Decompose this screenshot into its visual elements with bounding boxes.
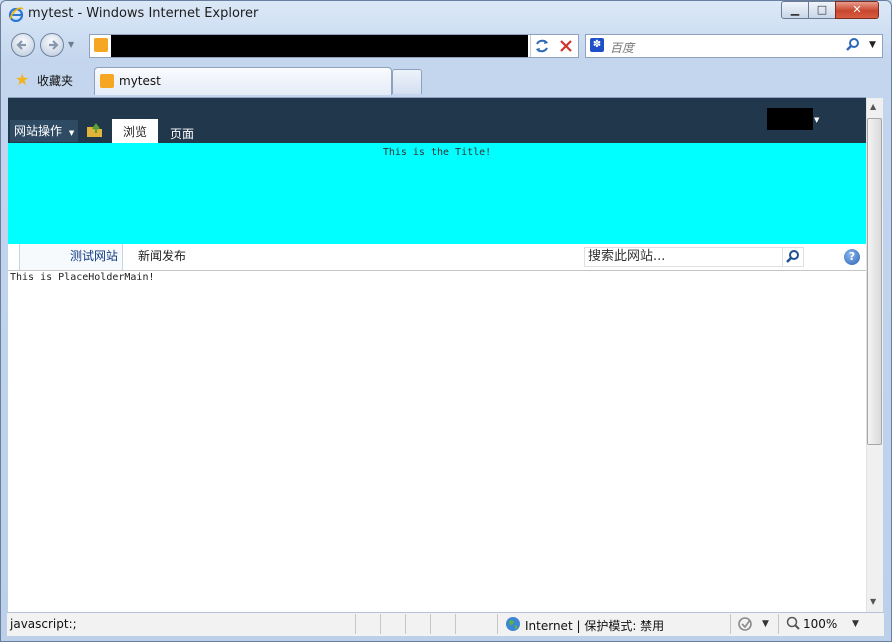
search-options-dropdown-icon[interactable]: ▼: [869, 40, 876, 50]
tab-mytest[interactable]: mytest: [94, 67, 392, 95]
page-viewport: 网站操作 ▼ 浏览 页面 ▼ This is the Title! 测试网站 新…: [8, 97, 866, 613]
protected-mode-icon[interactable]: [737, 616, 755, 632]
status-divider: [405, 614, 406, 634]
top-navigation: 测试网站 新闻发布 搜索此网站... ?: [8, 244, 866, 271]
refresh-icon: [536, 39, 548, 53]
ribbon-tab-browse[interactable]: 浏览: [112, 119, 158, 143]
stop-x-icon: [560, 40, 572, 52]
status-divider: [355, 614, 356, 634]
forward-button[interactable]: [40, 33, 64, 57]
recent-pages-dropdown-icon[interactable]: ▼: [68, 40, 74, 49]
tab-label: mytest: [119, 74, 161, 88]
site-search-input[interactable]: 搜索此网站...: [584, 247, 783, 267]
minimize-button[interactable]: ▁: [781, 1, 809, 19]
scroll-down-icon[interactable]: ▼: [870, 597, 876, 606]
title-banner: This is the Title!: [8, 143, 866, 244]
site-favicon-icon: [94, 38, 108, 52]
nav-item-news[interactable]: 新闻发布: [138, 244, 186, 268]
security-zone[interactable]: Internet | 保护模式: 禁用: [525, 617, 664, 634]
page-title: This is the Title!: [382, 147, 492, 158]
globe-icon: [506, 617, 520, 631]
magnifier-icon: [846, 38, 859, 51]
favorites-button[interactable]: ★ 收藏夹: [9, 66, 89, 94]
navigate-up-icon[interactable]: [86, 123, 104, 138]
maximize-icon: □: [816, 3, 828, 16]
site-search-button[interactable]: [783, 247, 804, 267]
close-button[interactable]: ✕: [835, 1, 879, 19]
back-arrow-icon: [16, 40, 26, 50]
user-menu-chevron-icon: ▼: [814, 116, 820, 124]
scroll-up-icon[interactable]: ▲: [870, 102, 876, 111]
stop-button[interactable]: [555, 35, 577, 57]
main-placeholder-text: This is PlaceHolderMain!: [10, 272, 155, 283]
chevron-down-icon[interactable]: ▼: [762, 619, 769, 629]
site-actions-menu[interactable]: 网站操作 ▼: [10, 120, 78, 142]
search-placeholder: 百度: [610, 41, 635, 55]
status-divider: [497, 614, 498, 634]
compatibility-view-button[interactable]: [530, 35, 553, 57]
baidu-paw-icon: ✽: [590, 38, 604, 52]
minimize-icon: ▁: [790, 3, 800, 16]
status-divider: [778, 614, 779, 634]
tab-favicon-icon: [100, 74, 114, 88]
user-menu-redacted[interactable]: [767, 108, 813, 130]
ie-logo-icon: [8, 7, 24, 22]
zoom-level[interactable]: 100%: [803, 617, 837, 631]
address-redacted: [111, 35, 528, 57]
zoom-icon: [786, 616, 800, 630]
favorites-label: 收藏夹: [37, 74, 74, 88]
status-divider: [455, 614, 456, 634]
site-actions-label: 网站操作: [14, 124, 63, 138]
maximize-button[interactable]: □: [808, 1, 836, 19]
star-icon: ★: [15, 70, 30, 89]
window-title: mytest - Windows Internet Explorer: [28, 6, 259, 21]
search-button[interactable]: [845, 37, 861, 56]
sharepoint-ribbon: 网站操作 ▼ 浏览 页面 ▼: [8, 98, 866, 143]
chevron-down-icon: ▼: [68, 129, 75, 137]
scrollbar-thumb[interactable]: [867, 118, 882, 445]
back-button[interactable]: [11, 33, 35, 57]
close-icon: ✕: [852, 3, 862, 16]
forward-arrow-icon: [49, 40, 59, 50]
help-icon[interactable]: ?: [844, 249, 860, 265]
new-tab-button[interactable]: [392, 69, 422, 94]
status-divider: [380, 614, 381, 634]
status-divider: [730, 614, 731, 634]
nav-item-home[interactable]: 测试网站: [19, 244, 123, 270]
site-search-icon: [786, 250, 799, 263]
status-divider: [430, 614, 431, 634]
zoom-dropdown-icon[interactable]: ▼: [852, 619, 859, 629]
status-url: javascript:;: [10, 617, 77, 631]
